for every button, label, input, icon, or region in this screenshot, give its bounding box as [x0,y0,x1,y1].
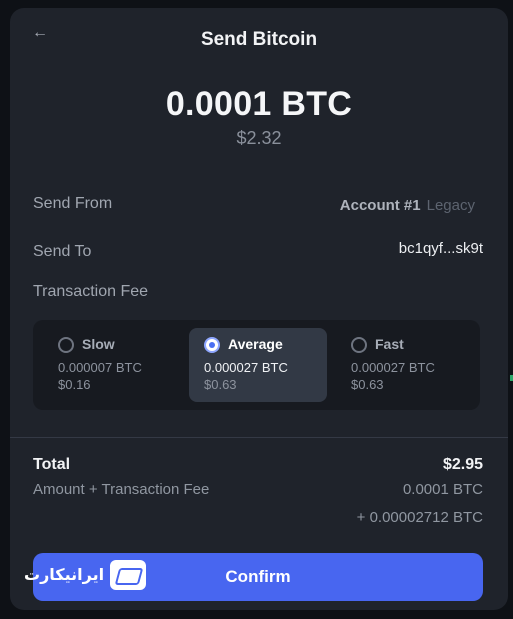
fee-option-name: Fast [375,336,404,352]
send-from-account[interactable]: Account #1 Legacy [340,197,475,214]
fee-option-name: Average [228,336,283,352]
total-amount-btc: 0.0001 BTC [402,481,483,498]
fee-option-usd: $0.16 [58,377,91,392]
send-amount-usd: $2.32 [236,128,282,148]
total-label: Total [33,456,71,473]
transaction-fee-label: Transaction Fee [33,283,149,300]
account-name: Account #1 [339,197,421,214]
radio-icon [351,337,367,353]
fee-option-usd: $0.63 [204,377,237,392]
total-breakdown-label: Amount + Transaction Fee [33,481,210,498]
send-to-address: bc1qyf...sk9t [398,240,483,257]
watermark: ایرانیکارت [24,558,147,592]
fee-option-average[interactable]: Average 0.000027 BTC $0.63 [189,328,327,402]
fee-option-btc: 0.000007 BTC [58,360,142,375]
divider [10,437,508,438]
fee-option-name: Slow [82,336,115,352]
radio-selected-icon [204,337,220,353]
send-bitcoin-dialog: ← Send Bitcoin 0.0001 BTC $2.32 Send Fro… [10,8,508,610]
fee-option-usd: $0.63 [351,377,384,392]
send-from-label: Send From [33,195,113,212]
send-amount-btc: 0.0001 BTC [165,85,353,123]
card-logo-icon [110,560,147,590]
fee-option-slow[interactable]: Slow 0.000007 BTC $0.16 [43,328,181,402]
radio-icon [58,337,74,353]
fee-option-btc: 0.000027 BTC [351,360,435,375]
total-value: $2.95 [442,456,483,473]
account-type: Legacy [426,197,475,214]
fee-options: Slow 0.000007 BTC $0.16 Average 0.000027… [33,320,480,410]
watermark-text: ایرانیکارت [24,567,105,584]
dialog-title: Send Bitcoin [200,29,318,50]
send-to-label: Send To [33,243,92,260]
fee-option-btc: 0.000027 BTC [204,360,288,375]
fee-option-fast[interactable]: Fast 0.000027 BTC $0.63 [336,328,474,402]
total-fee-btc: + 0.00002712 BTC [356,509,483,526]
